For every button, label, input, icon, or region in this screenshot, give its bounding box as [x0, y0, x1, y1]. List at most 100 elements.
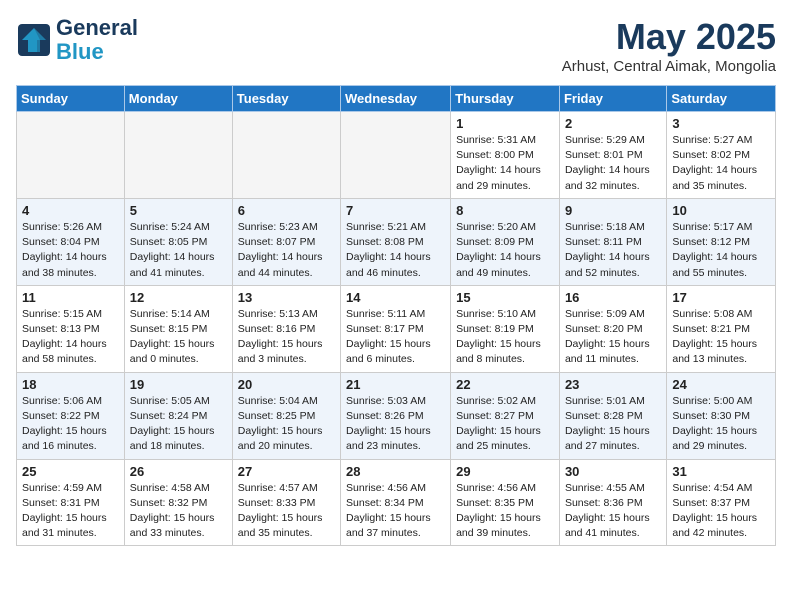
- day-info: Sunrise: 5:09 AM Sunset: 8:20 PM Dayligh…: [565, 307, 661, 368]
- day-number: 24: [672, 377, 770, 392]
- calendar-cell: [232, 112, 340, 199]
- day-number: 26: [130, 464, 227, 479]
- day-info: Sunrise: 4:56 AM Sunset: 8:35 PM Dayligh…: [456, 481, 554, 542]
- calendar-cell: 12 Sunrise: 5:14 AM Sunset: 8:15 PM Dayli…: [124, 285, 232, 372]
- day-number: 10: [672, 203, 770, 218]
- calendar-cell: 30 Sunrise: 4:55 AM Sunset: 8:36 PM Dayli…: [559, 459, 666, 546]
- day-info: Sunrise: 5:13 AM Sunset: 8:16 PM Dayligh…: [238, 307, 335, 368]
- calendar-cell: 15 Sunrise: 5:10 AM Sunset: 8:19 PM Dayli…: [451, 285, 560, 372]
- day-number: 18: [22, 377, 119, 392]
- calendar-cell: 1 Sunrise: 5:31 AM Sunset: 8:00 PM Daylig…: [451, 112, 560, 199]
- day-info: Sunrise: 5:08 AM Sunset: 8:21 PM Dayligh…: [672, 307, 770, 368]
- day-info: Sunrise: 5:01 AM Sunset: 8:28 PM Dayligh…: [565, 394, 661, 455]
- day-info: Sunrise: 5:18 AM Sunset: 8:11 PM Dayligh…: [565, 220, 661, 281]
- calendar-cell: 29 Sunrise: 4:56 AM Sunset: 8:35 PM Dayli…: [451, 459, 560, 546]
- page-header: GeneralBlue May 2025 Arhust, Central Aim…: [16, 16, 776, 75]
- calendar-cell: [17, 112, 125, 199]
- day-info: Sunrise: 5:03 AM Sunset: 8:26 PM Dayligh…: [346, 394, 445, 455]
- calendar-cell: 21 Sunrise: 5:03 AM Sunset: 8:26 PM Dayli…: [341, 372, 451, 459]
- day-info: Sunrise: 5:20 AM Sunset: 8:09 PM Dayligh…: [456, 220, 554, 281]
- day-number: 31: [672, 464, 770, 479]
- day-info: Sunrise: 5:31 AM Sunset: 8:00 PM Dayligh…: [456, 133, 554, 194]
- calendar-cell: 20 Sunrise: 5:04 AM Sunset: 8:25 PM Dayli…: [232, 372, 340, 459]
- calendar-cell: 23 Sunrise: 5:01 AM Sunset: 8:28 PM Dayli…: [559, 372, 666, 459]
- logo: GeneralBlue: [16, 16, 138, 64]
- calendar-week-row-1: 1 Sunrise: 5:31 AM Sunset: 8:00 PM Daylig…: [17, 112, 776, 199]
- day-number: 12: [130, 290, 227, 305]
- title-block: May 2025 Arhust, Central Aimak, Mongolia: [562, 16, 776, 75]
- location: Arhust, Central Aimak, Mongolia: [562, 58, 776, 75]
- calendar-cell: 25Sunrise: 4:59 AM Sunset: 8:31 PM Dayli…: [17, 459, 125, 546]
- day-info: Sunrise: 5:14 AM Sunset: 8:15 PM Dayligh…: [130, 307, 227, 368]
- calendar-cell: 8Sunrise: 5:20 AM Sunset: 8:09 PM Daylig…: [451, 198, 560, 285]
- day-info: Sunrise: 5:02 AM Sunset: 8:27 PM Dayligh…: [456, 394, 554, 455]
- logo-text: GeneralBlue: [56, 16, 138, 64]
- day-number: 11: [22, 290, 119, 305]
- calendar-week-row-2: 4 Sunrise: 5:26 AM Sunset: 8:04 PM Daylig…: [17, 198, 776, 285]
- calendar-cell: 19 Sunrise: 5:05 AM Sunset: 8:24 PM Dayli…: [124, 372, 232, 459]
- day-info: Sunrise: 4:55 AM Sunset: 8:36 PM Dayligh…: [565, 481, 661, 542]
- day-info: Sunrise: 5:27 AM Sunset: 8:02 PM Dayligh…: [672, 133, 770, 194]
- weekday-header-friday: Friday: [559, 86, 666, 112]
- calendar-cell: 31Sunrise: 4:54 AM Sunset: 8:37 PM Dayli…: [667, 459, 776, 546]
- calendar-cell: 11 Sunrise: 5:15 AM Sunset: 8:13 PM Dayli…: [17, 285, 125, 372]
- day-number: 3: [672, 116, 770, 131]
- day-info: Sunrise: 5:06 AM Sunset: 8:22 PM Dayligh…: [22, 394, 119, 455]
- day-info: Sunrise: 5:21 AM Sunset: 8:08 PM Dayligh…: [346, 220, 445, 281]
- day-info: Sunrise: 5:17 AM Sunset: 8:12 PM Dayligh…: [672, 220, 770, 281]
- weekday-header-wednesday: Wednesday: [341, 86, 451, 112]
- day-number: 13: [238, 290, 335, 305]
- day-number: 19: [130, 377, 227, 392]
- calendar-cell: 24Sunrise: 5:00 AM Sunset: 8:30 PM Dayli…: [667, 372, 776, 459]
- day-info: Sunrise: 5:29 AM Sunset: 8:01 PM Dayligh…: [565, 133, 661, 194]
- day-info: Sunrise: 4:57 AM Sunset: 8:33 PM Dayligh…: [238, 481, 335, 542]
- weekday-header-thursday: Thursday: [451, 86, 560, 112]
- calendar-cell: 26 Sunrise: 4:58 AM Sunset: 8:32 PM Dayli…: [124, 459, 232, 546]
- calendar-cell: 14 Sunrise: 5:11 AM Sunset: 8:17 PM Dayli…: [341, 285, 451, 372]
- day-number: 28: [346, 464, 445, 479]
- day-number: 16: [565, 290, 661, 305]
- calendar-cell: 22Sunrise: 5:02 AM Sunset: 8:27 PM Dayli…: [451, 372, 560, 459]
- day-info: Sunrise: 4:56 AM Sunset: 8:34 PM Dayligh…: [346, 481, 445, 542]
- calendar-cell: 27Sunrise: 4:57 AM Sunset: 8:33 PM Dayli…: [232, 459, 340, 546]
- day-number: 4: [22, 203, 119, 218]
- calendar-cell: 7 Sunrise: 5:21 AM Sunset: 8:08 PM Daylig…: [341, 198, 451, 285]
- day-number: 5: [130, 203, 227, 218]
- day-number: 6: [238, 203, 335, 218]
- calendar-cell: 16 Sunrise: 5:09 AM Sunset: 8:20 PM Dayli…: [559, 285, 666, 372]
- calendar-cell: 13 Sunrise: 5:13 AM Sunset: 8:16 PM Dayli…: [232, 285, 340, 372]
- day-info: Sunrise: 5:05 AM Sunset: 8:24 PM Dayligh…: [130, 394, 227, 455]
- weekday-header-monday: Monday: [124, 86, 232, 112]
- calendar-cell: 28 Sunrise: 4:56 AM Sunset: 8:34 PM Dayli…: [341, 459, 451, 546]
- day-number: 29: [456, 464, 554, 479]
- day-number: 9: [565, 203, 661, 218]
- calendar-header-row: SundayMondayTuesdayWednesdayThursdayFrid…: [17, 86, 776, 112]
- calendar-cell: 18 Sunrise: 5:06 AM Sunset: 8:22 PM Dayli…: [17, 372, 125, 459]
- day-number: 1: [456, 116, 554, 131]
- day-info: Sunrise: 5:24 AM Sunset: 8:05 PM Dayligh…: [130, 220, 227, 281]
- day-info: Sunrise: 5:26 AM Sunset: 8:04 PM Dayligh…: [22, 220, 119, 281]
- day-number: 7: [346, 203, 445, 218]
- day-number: 23: [565, 377, 661, 392]
- day-number: 17: [672, 290, 770, 305]
- calendar-cell: 3 Sunrise: 5:27 AM Sunset: 8:02 PM Daylig…: [667, 112, 776, 199]
- logo-icon: [16, 22, 52, 58]
- month-title: May 2025: [562, 16, 776, 58]
- calendar-cell: [124, 112, 232, 199]
- day-info: Sunrise: 4:58 AM Sunset: 8:32 PM Dayligh…: [130, 481, 227, 542]
- day-number: 21: [346, 377, 445, 392]
- day-number: 14: [346, 290, 445, 305]
- weekday-header-sunday: Sunday: [17, 86, 125, 112]
- day-number: 30: [565, 464, 661, 479]
- weekday-header-tuesday: Tuesday: [232, 86, 340, 112]
- calendar-cell: 6 Sunrise: 5:23 AM Sunset: 8:07 PM Daylig…: [232, 198, 340, 285]
- day-info: Sunrise: 5:15 AM Sunset: 8:13 PM Dayligh…: [22, 307, 119, 368]
- calendar-cell: 4 Sunrise: 5:26 AM Sunset: 8:04 PM Daylig…: [17, 198, 125, 285]
- day-number: 20: [238, 377, 335, 392]
- day-info: Sunrise: 5:10 AM Sunset: 8:19 PM Dayligh…: [456, 307, 554, 368]
- day-number: 15: [456, 290, 554, 305]
- calendar-week-row-5: 25Sunrise: 4:59 AM Sunset: 8:31 PM Dayli…: [17, 459, 776, 546]
- day-info: Sunrise: 5:04 AM Sunset: 8:25 PM Dayligh…: [238, 394, 335, 455]
- day-info: Sunrise: 5:23 AM Sunset: 8:07 PM Dayligh…: [238, 220, 335, 281]
- day-info: Sunrise: 5:11 AM Sunset: 8:17 PM Dayligh…: [346, 307, 445, 368]
